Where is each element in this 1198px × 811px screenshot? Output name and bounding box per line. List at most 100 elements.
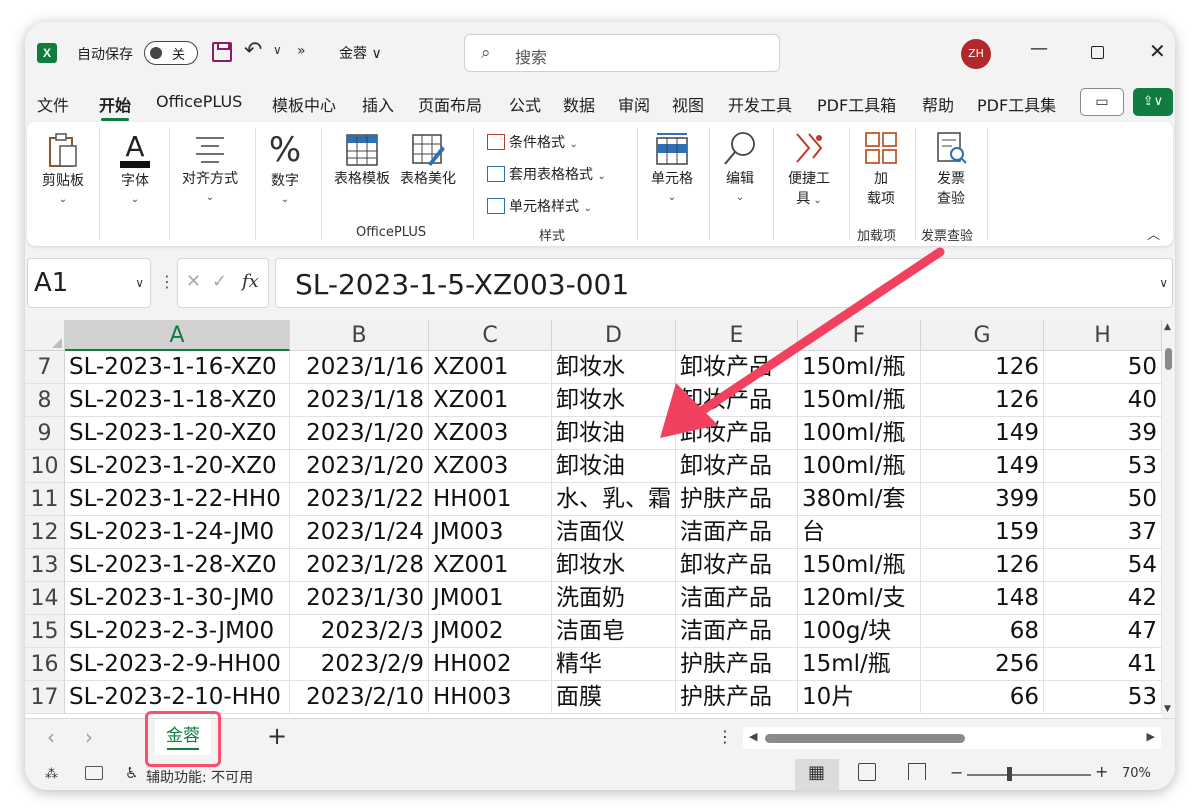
worksheet-grid[interactable]: A B C D E F G H 7 SL-2023-1-16-XZ0 2023/1/16 XZ001 卸… [25,320,1175,718]
table-cell[interactable]: 126 [921,384,1044,417]
table-cell[interactable]: 126 [921,351,1044,384]
cancel-icon[interactable]: ✕ [186,271,201,292]
table-cell[interactable]: 100ml/瓶 [798,417,921,450]
more-commands-icon[interactable]: » [297,43,306,59]
table-cell[interactable]: 洁面仪 [552,516,676,549]
table-cell[interactable]: 40 [1044,384,1162,417]
undo-icon[interactable]: ↶ [244,38,262,63]
table-cell[interactable]: 53 [1044,450,1162,483]
table-cell[interactable]: 洁面产品 [676,615,798,648]
table-cell[interactable]: SL-2023-1-28-XZ0 [65,549,290,582]
close-icon[interactable]: ✕ [1149,39,1166,63]
comments-button[interactable]: ▭ [1080,88,1124,116]
table-cell[interactable]: 精华 [552,648,676,681]
maximize-icon[interactable] [1091,46,1104,59]
insert-function-icon[interactable]: fx [242,271,259,292]
row-header[interactable]: 14 [25,582,65,615]
row-header[interactable]: 9 [25,417,65,450]
row-header[interactable]: 7 [25,351,65,384]
addins-button[interactable]: 加载项 [855,130,907,208]
table-cell[interactable]: 卸妆水 [552,351,676,384]
row-header[interactable]: 16 [25,648,65,681]
vertical-scrollbar[interactable]: ▲ ▼ [1162,320,1175,718]
table-cell[interactable]: 2023/1/22 [290,483,429,516]
table-cell[interactable]: 120ml/支 [798,582,921,615]
table-cell[interactable]: XZ001 [429,384,552,417]
page-break-view-icon[interactable] [908,763,926,780]
table-cell[interactable]: 卸妆油 [552,417,676,450]
search-box[interactable]: ⌕ 搜索 [464,34,780,72]
quick-tools-button[interactable]: 便捷工具 ⌄ [781,130,837,208]
table-cell[interactable]: SL-2023-1-22-HH0 [65,483,290,516]
document-name[interactable]: 金蓉 ∨ [339,43,382,63]
table-cell[interactable]: 护肤产品 [676,483,798,516]
zoom-in-button[interactable]: + [1095,762,1108,781]
horizontal-scrollbar[interactable]: ◀ ▶ [743,727,1161,749]
table-beautify-button[interactable]: 表格美化 [397,132,459,188]
save-icon[interactable] [212,42,232,62]
collapse-ribbon-icon[interactable]: ︿ [1147,224,1160,243]
table-cell[interactable]: 50 [1044,351,1162,384]
zoom-slider[interactable] [967,774,1091,776]
row-header[interactable]: 17 [25,681,65,714]
table-template-button[interactable]: 表格模板 [331,132,393,188]
table-cell[interactable]: 台 [798,516,921,549]
table-cell[interactable]: 41 [1044,648,1162,681]
name-box[interactable]: A1 ∨ [27,258,151,308]
tab-splitter-icon[interactable]: ⋮ [717,727,733,746]
tab-officeplus[interactable]: OfficePLUS [156,92,242,111]
table-cell[interactable]: 2023/1/24 [290,516,429,549]
table-cell[interactable]: 卸妆产品 [676,450,798,483]
normal-view-button[interactable] [795,759,839,790]
row-header[interactable]: 8 [25,384,65,417]
scroll-down-icon[interactable]: ▼ [1164,704,1171,714]
tab-home[interactable]: 开始 [99,92,131,121]
table-cell[interactable]: SL-2023-1-20-XZ0 [65,450,290,483]
table-cell[interactable]: 卸妆产品 [676,384,798,417]
table-cell[interactable]: 护肤产品 [676,681,798,714]
cell-mode-icon[interactable] [85,766,103,780]
tab-data[interactable]: 数据 [563,92,595,116]
table-cell[interactable]: 2023/1/28 [290,549,429,582]
conditional-format-button[interactable]: 条件格式 ⌄ [487,132,578,152]
add-sheet-button[interactable]: + [267,722,287,750]
table-cell[interactable]: 面膜 [552,681,676,714]
zoom-level[interactable]: 70% [1122,766,1151,781]
select-all-corner[interactable] [25,320,65,351]
table-cell[interactable]: 卸妆产品 [676,417,798,450]
next-sheet-icon[interactable]: › [85,725,93,749]
table-cell[interactable]: 2023/2/3 [290,615,429,648]
table-cell[interactable]: 15ml/瓶 [798,648,921,681]
column-header-h[interactable]: H [1044,320,1162,351]
formula-input[interactable]: SL-2023-1-5-XZ003-001 ∨ [275,258,1173,308]
enter-icon[interactable]: ✓ [212,271,227,292]
table-cell[interactable]: SL-2023-2-3-JM00 [65,615,290,648]
table-cell[interactable]: 洁面产品 [676,582,798,615]
table-cell[interactable]: 42 [1044,582,1162,615]
table-cell[interactable]: SL-2023-1-24-JM0 [65,516,290,549]
table-cell[interactable]: 2023/2/10 [290,681,429,714]
table-cell[interactable]: XZ003 [429,417,552,450]
table-cell[interactable]: 50 [1044,483,1162,516]
column-header-a[interactable]: A [65,320,290,351]
table-cell[interactable]: 2023/1/20 [290,417,429,450]
tab-insert[interactable]: 插入 [362,92,394,116]
undo-dropdown-icon[interactable]: ∨ [273,43,282,57]
alignment-button[interactable]: 对齐方式 ⌄ [177,132,243,204]
sheet-tab-active[interactable]: 金蓉 [155,719,211,755]
avatar[interactable]: ZH [961,39,991,69]
table-cell[interactable]: 47 [1044,615,1162,648]
table-cell[interactable]: SL-2023-1-30-JM0 [65,582,290,615]
expand-formula-icon[interactable]: ∨ [1159,276,1168,290]
tab-template-center[interactable]: 模板中心 [272,92,336,116]
table-cell[interactable]: 10片 [798,681,921,714]
table-format-button[interactable]: 套用表格格式 ⌄ [487,164,606,184]
scroll-left-icon[interactable]: ◀ [749,730,757,743]
table-cell[interactable]: 100g/块 [798,615,921,648]
table-cell[interactable]: SL-2023-1-20-XZ0 [65,417,290,450]
tab-file[interactable]: 文件 [37,92,69,116]
tab-page-layout[interactable]: 页面布局 [418,92,482,116]
column-header-g[interactable]: G [921,320,1044,351]
table-cell[interactable]: 2023/1/20 [290,450,429,483]
row-header[interactable]: 11 [25,483,65,516]
